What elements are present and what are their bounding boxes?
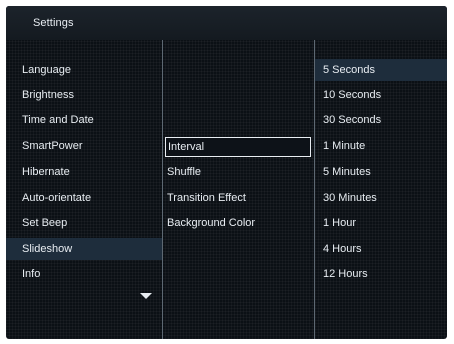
menu-item-brightness[interactable]: Brightness <box>6 84 162 106</box>
menu-item-label: Slideshow <box>22 243 73 255</box>
option-label: 5 Seconds <box>323 64 375 76</box>
menu-item-set-beep[interactable]: Set Beep <box>6 212 162 234</box>
option-10-seconds[interactable]: 10 Seconds <box>315 84 447 106</box>
option-label: 12 Hours <box>323 268 368 280</box>
option-label: 30 Minutes <box>323 192 377 204</box>
menu-item-auto-orientate[interactable]: Auto-orientate <box>6 187 162 209</box>
option-label: 10 Seconds <box>323 89 382 101</box>
submenu-item-label: Background Color <box>167 217 256 229</box>
submenu-item-shuffle[interactable]: Shuffle <box>163 161 314 183</box>
menu-item-time-and-date[interactable]: Time and Date <box>6 109 162 131</box>
menu-item-label: Info <box>22 268 41 280</box>
submenu-item-background-color[interactable]: Background Color <box>163 212 314 234</box>
submenu-item-transition-effect[interactable]: Transition Effect <box>163 187 314 209</box>
menu-item-hibernate[interactable]: Hibernate <box>6 161 162 183</box>
menu-item-label: Time and Date <box>22 114 94 126</box>
submenu-item-interval[interactable]: Interval <box>165 137 311 157</box>
submenu-item-label: Shuffle <box>167 166 202 178</box>
option-12-hours[interactable]: 12 Hours <box>315 263 447 285</box>
menu-item-label: Hibernate <box>22 166 70 178</box>
menu-item-label: Language <box>22 64 71 76</box>
chevron-down-icon[interactable] <box>140 293 152 299</box>
option-4-hours[interactable]: 4 Hours <box>315 238 447 260</box>
option-1-minute[interactable]: 1 Minute <box>315 135 447 157</box>
option-label: 5 Minutes <box>323 166 371 178</box>
device-frame: Settings Language Brightness Time and Da… <box>0 0 454 344</box>
settings-screen: Settings Language Brightness Time and Da… <box>6 6 447 339</box>
page-title: Settings <box>33 17 74 29</box>
option-label: 1 Minute <box>323 140 366 152</box>
menu-item-smartpower[interactable]: SmartPower <box>6 135 162 157</box>
menu-item-slideshow[interactable]: Slideshow <box>6 238 162 260</box>
menu-item-language[interactable]: Language <box>6 59 162 81</box>
header-bar: Settings <box>6 6 447 40</box>
option-1-hour[interactable]: 1 Hour <box>315 212 447 234</box>
option-label: 4 Hours <box>323 243 362 255</box>
option-30-seconds[interactable]: 30 Seconds <box>315 109 447 131</box>
option-5-minutes[interactable]: 5 Minutes <box>315 161 447 183</box>
submenu-item-label: Interval <box>168 141 205 153</box>
menu-item-info[interactable]: Info <box>6 263 162 285</box>
option-30-minutes[interactable]: 30 Minutes <box>315 187 447 209</box>
menu-item-label: Set Beep <box>22 217 68 229</box>
submenu-item-label: Transition Effect <box>167 192 246 204</box>
option-label: 30 Seconds <box>323 114 382 126</box>
option-5-seconds[interactable]: 5 Seconds <box>315 59 447 81</box>
menu-item-label: SmartPower <box>22 140 83 152</box>
option-label: 1 Hour <box>323 217 357 229</box>
menu-item-label: Auto-orientate <box>22 192 92 204</box>
menu-item-label: Brightness <box>22 89 74 101</box>
